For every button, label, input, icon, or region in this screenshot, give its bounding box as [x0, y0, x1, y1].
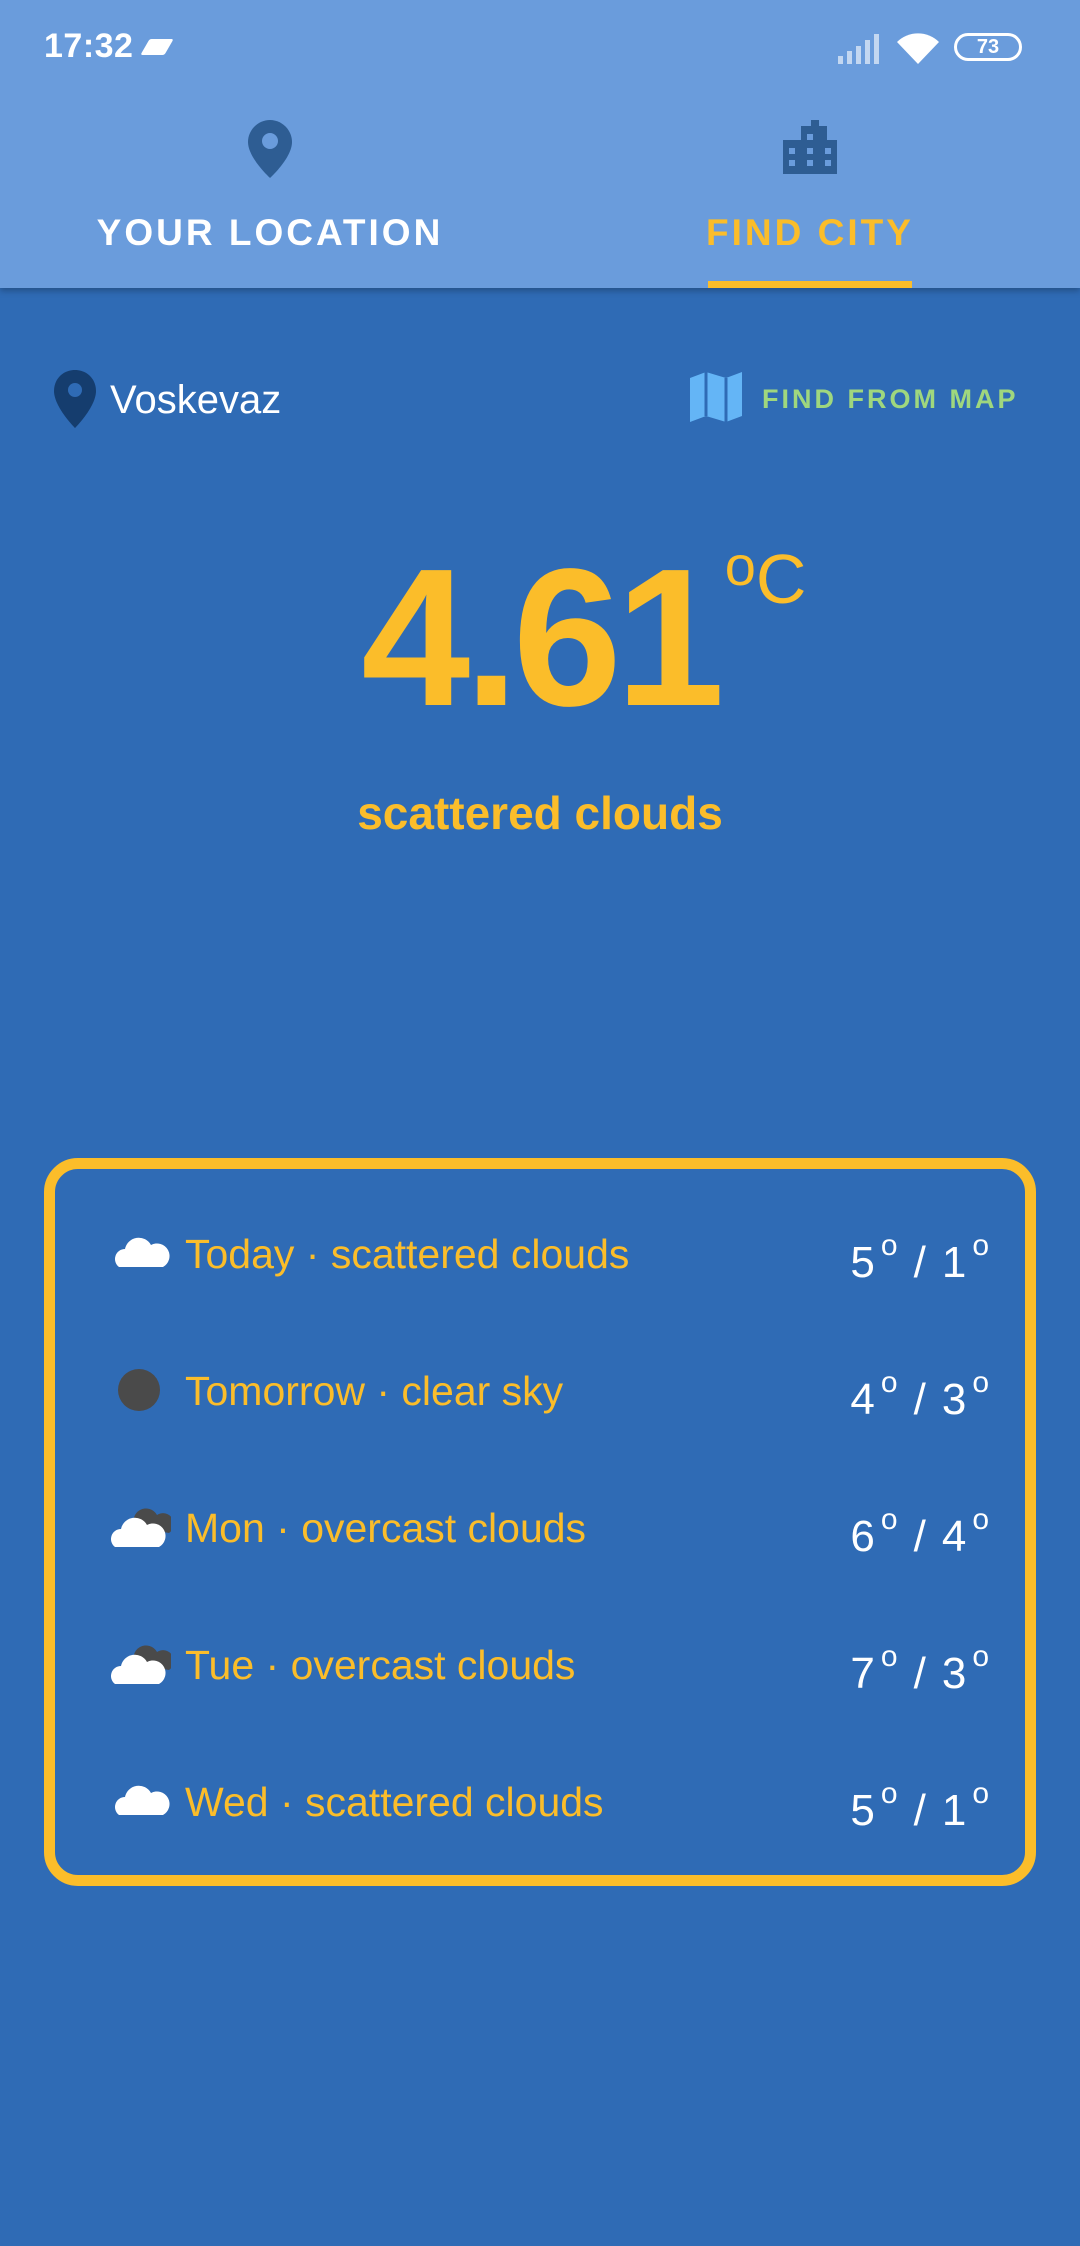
temp-separator: / — [913, 1375, 926, 1424]
temperature-value: 4.61 oC — [361, 534, 806, 736]
forecast-panel: Today · scattered clouds 5 o/1 o Tomorrow … — [44, 1158, 1036, 1886]
degree-symbol: o — [972, 1229, 989, 1262]
low-temp: 1 — [941, 1238, 967, 1287]
signal-icon — [838, 34, 879, 64]
tab-find-city[interactable]: FIND CITY — [700, 96, 920, 288]
low-temp: 1 — [941, 1786, 967, 1835]
degree-symbol: o — [880, 1503, 898, 1536]
degree-symbol: o — [880, 1640, 898, 1673]
clear-sky-night-icon — [118, 1369, 160, 1411]
degree-symbol: o — [972, 1366, 989, 1399]
find-from-map-label: FIND FROM MAP — [762, 384, 1019, 414]
status-time: 17:32 — [44, 27, 134, 65]
high-temp: 5 — [850, 1238, 875, 1287]
degree-symbol: o — [972, 1777, 989, 1810]
forecast-temps: 5 o/1 o — [850, 1777, 989, 1836]
city-icon — [783, 120, 837, 174]
forecast-temps: 4 o/3 o — [850, 1366, 989, 1425]
location-pin-icon — [248, 120, 292, 178]
forecast-label: Today · scattered clouds — [185, 1231, 630, 1277]
unit-letter: C — [755, 540, 807, 618]
tab-your-location-label: YOUR LOCATION — [96, 212, 444, 253]
battery-indicator: 73 — [954, 33, 1022, 61]
location-pin-icon — [54, 370, 96, 428]
high-temp: 4 — [850, 1375, 875, 1424]
forecast-row[interactable]: Tomorrow · clear sky 4 o/3 o — [55, 1350, 1025, 1430]
temperature-unit: oC — [725, 526, 807, 619]
forecast-label: Tue · overcast clouds — [185, 1642, 576, 1688]
current-description: scattered clouds — [357, 787, 723, 839]
overcast-clouds-icon — [111, 1508, 171, 1547]
status-bar: 17:32 73 — [0, 0, 1080, 96]
tab-selected-indicator — [708, 281, 912, 288]
location-name: Voskevaz — [110, 378, 282, 422]
low-temp: 3 — [941, 1649, 967, 1698]
low-temp: 4 — [941, 1512, 967, 1561]
scattered-clouds-icon — [115, 1237, 170, 1267]
forecast-row[interactable]: Mon · overcast clouds 6 o/4 o — [55, 1487, 1025, 1567]
scattered-clouds-icon — [115, 1785, 170, 1815]
temp-separator: / — [913, 1649, 926, 1698]
forecast-temps: 7 o/3 o — [850, 1640, 989, 1699]
degree-symbol: o — [724, 534, 756, 597]
degree-symbol: o — [880, 1366, 898, 1399]
overcast-clouds-icon — [111, 1645, 171, 1684]
tab-find-city-label: FIND CITY — [706, 212, 914, 253]
temp-separator: / — [913, 1512, 926, 1561]
wifi-icon — [897, 33, 939, 64]
high-temp: 7 — [850, 1649, 875, 1698]
app-header: 17:32 73 YOUR LOCATION FIND CITY — [0, 0, 1080, 288]
degree-symbol: o — [972, 1640, 989, 1673]
degree-symbol: o — [880, 1777, 898, 1810]
degree-symbol: o — [972, 1503, 989, 1536]
high-temp: 5 — [850, 1786, 875, 1835]
temp-separator: / — [913, 1238, 926, 1287]
tab-your-location[interactable]: YOUR LOCATION — [54, 96, 486, 288]
forecast-row[interactable]: Tue · overcast clouds 7 o/3 o — [55, 1624, 1025, 1704]
forecast-row[interactable]: Wed · scattered clouds 5 o/1 o — [55, 1761, 1025, 1841]
notification-icon — [140, 39, 174, 55]
forecast-label: Tomorrow · clear sky — [185, 1368, 564, 1414]
forecast-label: Wed · scattered clouds — [185, 1779, 604, 1825]
temp-separator: / — [913, 1786, 926, 1835]
find-from-map-button[interactable]: FIND FROM MAP — [690, 370, 1030, 426]
temperature-number: 4.61 — [361, 528, 724, 747]
map-icon — [690, 372, 742, 422]
forecast-label: Mon · overcast clouds — [185, 1505, 587, 1551]
forecast-temps: 5 o/1 o — [850, 1229, 989, 1288]
forecast-temps: 6 o/4 o — [850, 1503, 989, 1562]
forecast-row[interactable]: Today · scattered clouds 5 o/1 o — [55, 1213, 1025, 1293]
low-temp: 3 — [941, 1375, 967, 1424]
current-temperature: 4.61 oC — [0, 534, 1080, 736]
high-temp: 6 — [850, 1512, 875, 1561]
degree-symbol: o — [880, 1229, 898, 1262]
